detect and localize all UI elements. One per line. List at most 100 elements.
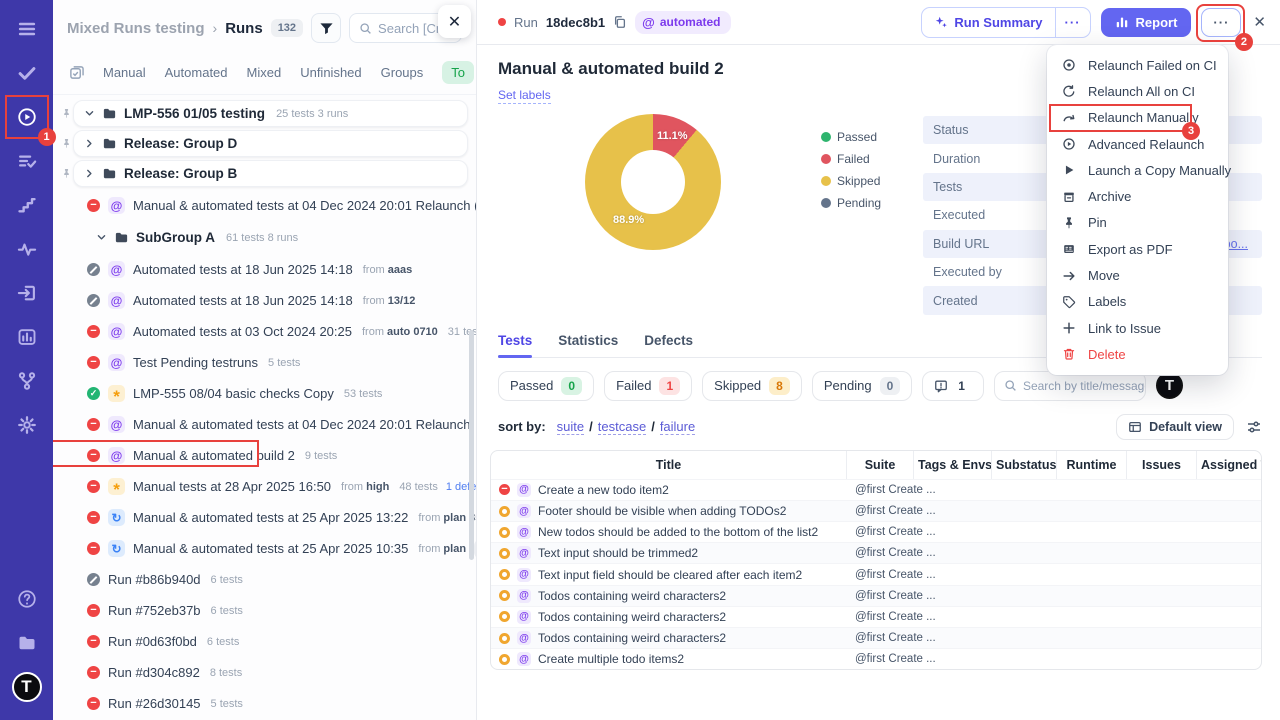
tests-search-input[interactable]: Search by title/message [994, 371, 1146, 401]
run-row[interactable]: @Test Pending testruns5 tests [53, 347, 476, 378]
run-row[interactable]: @Automated tests at 03 Oct 2024 20:25fro… [53, 316, 476, 347]
tab-tests[interactable]: Tests [498, 333, 532, 357]
table-row[interactable]: @Todos containing weird characters2@firs… [491, 606, 1261, 627]
table-row[interactable]: @New todos should be added to the bottom… [491, 521, 1261, 542]
test-suite: @first Create ... [846, 543, 1262, 563]
select-runs-icon[interactable] [69, 65, 84, 80]
rail-runs-play-circle-icon[interactable]: 1 [8, 98, 46, 136]
filter-chip-failed[interactable]: Failed1 [604, 371, 692, 401]
test-title: Todos containing weird characters2 [538, 589, 726, 603]
table-row[interactable]: @Todos containing weird characters2@firs… [491, 627, 1261, 648]
run-group-row[interactable]: Release: Group D [59, 130, 468, 157]
run-row[interactable]: *LMP-555 08/04 basic checks Copy53 tests [53, 378, 476, 409]
run-row[interactable]: @Manual & automated build 29 tests [53, 440, 476, 471]
menu-item-export-as-pdf[interactable]: Export as PDF [1047, 236, 1228, 262]
run-summary-button[interactable]: Run Summary [922, 8, 1054, 37]
menu-item-launch-a-copy-manually[interactable]: Launch a Copy Manually [1047, 157, 1228, 183]
rail-help-icon[interactable] [8, 580, 46, 618]
rail-settings-gear-icon[interactable] [8, 406, 46, 444]
menu-item-labels[interactable]: Labels [1047, 289, 1228, 315]
rail-checklist-icon[interactable] [8, 142, 46, 180]
filter-button[interactable] [311, 13, 341, 43]
default-view-selector[interactable]: Default view [1116, 414, 1234, 440]
column-header-substatus[interactable]: Substatus [991, 451, 1056, 479]
column-header-title[interactable]: Title [491, 451, 846, 479]
filter-chip-pending[interactable]: Pending0 [812, 371, 912, 401]
column-header-runtime[interactable]: Runtime [1056, 451, 1126, 479]
close-run-detail-button[interactable]: ✕ [1251, 13, 1268, 31]
menu-item-advanced-relaunch[interactable]: Advanced Relaunch [1047, 131, 1228, 157]
run-type-chip[interactable]: @automated [635, 11, 730, 34]
run-group-row[interactable]: SubGroup A61 tests 8 runs [59, 224, 468, 251]
table-row[interactable]: @Text input field should be cleared afte… [491, 563, 1261, 584]
run-summary-more-button[interactable]: ··· [1055, 8, 1090, 37]
breadcrumb-project[interactable]: Mixed Runs testing [67, 20, 205, 37]
table-row[interactable]: @Footer should be visible when adding TO… [491, 500, 1261, 521]
run-row[interactable]: Run #d304c8928 tests [53, 657, 476, 688]
menu-item-pin[interactable]: Pin [1047, 210, 1228, 236]
column-header-assigned-to[interactable]: Assigned To [1196, 451, 1261, 479]
run-row[interactable]: Run #b86b940d6 tests [53, 564, 476, 595]
runs-tab-manual[interactable]: Manual [103, 65, 146, 80]
run-actions-menu-button[interactable]: ··· 2 [1201, 8, 1241, 37]
rail-logo[interactable]: T [8, 668, 46, 706]
table-row[interactable]: @Create a new todo item2@first Create ..… [491, 479, 1261, 500]
table-row[interactable]: @Todos containing weird characters2@firs… [491, 585, 1261, 606]
run-row[interactable]: Run #752eb37b6 tests [53, 595, 476, 626]
run-row[interactable]: @Automated tests at 18 Jun 2025 14:18fro… [53, 254, 476, 285]
sort-link-suite[interactable]: suite [557, 419, 584, 435]
menu-item-relaunch-failed-on-ci[interactable]: Relaunch Failed on CI [1047, 52, 1228, 78]
column-header-suite[interactable]: Suite [846, 451, 913, 479]
menu-item-relaunch-all-on-ci[interactable]: Relaunch All on CI [1047, 78, 1228, 104]
table-row[interactable]: @Create multiple todo items2@first Creat… [491, 648, 1261, 669]
run-row[interactable]: ↻Manual & automated tests at 25 Apr 2025… [53, 533, 476, 564]
rail-analytics-icon[interactable] [8, 318, 46, 356]
menu-item-delete[interactable]: Delete [1047, 341, 1228, 367]
run-row[interactable]: @Manual & automated tests at 04 Dec 2024… [53, 409, 476, 440]
assignee-avatar[interactable]: T [1156, 372, 1183, 399]
runs-tab-unfinished[interactable]: Unfinished [300, 65, 361, 80]
tab-statistics[interactable]: Statistics [558, 333, 618, 357]
sort-link-testcase[interactable]: testcase [598, 419, 646, 435]
runs-tab-to[interactable]: To [442, 61, 474, 84]
column-settings-icon[interactable] [1246, 419, 1262, 435]
filter-chip-passed[interactable]: Passed0 [498, 371, 594, 401]
menu-item-link-to-issue[interactable]: Link to Issue [1047, 315, 1228, 341]
filter-chip-comments[interactable]: 1 [922, 371, 984, 401]
close-panel-button[interactable]: ✕ [438, 5, 471, 38]
move-icon [1061, 269, 1077, 283]
rail-projects-folder-icon[interactable] [8, 624, 46, 662]
column-header-tags-envs[interactable]: Tags & Envs [913, 451, 991, 479]
run-row[interactable]: Run #26d301455 tests [53, 688, 476, 719]
runs-tab-automated[interactable]: Automated [165, 65, 228, 80]
run-row-title: Automated tests at 18 Jun 2025 14:18 [133, 293, 353, 308]
runs-tab-mixed[interactable]: Mixed [247, 65, 282, 80]
menu-item-move[interactable]: Move [1047, 262, 1228, 288]
runs-scrollbar[interactable] [469, 100, 474, 720]
run-group-row[interactable]: Release: Group B [59, 160, 468, 187]
sort-link-failure[interactable]: failure [660, 419, 695, 435]
chevron-down-icon [84, 108, 95, 119]
rail-import-icon[interactable] [8, 274, 46, 312]
rail-pulse-icon[interactable] [8, 230, 46, 268]
menu-item-relaunch-manually[interactable]: Relaunch Manually3 [1047, 105, 1228, 131]
filter-chip-skipped[interactable]: Skipped8 [702, 371, 802, 401]
set-labels-link[interactable]: Set labels [498, 88, 551, 104]
menu-item-archive[interactable]: Archive [1047, 183, 1228, 209]
rail-branches-icon[interactable] [8, 362, 46, 400]
run-row[interactable]: ↻Manual & automated tests at 25 Apr 2025… [53, 502, 476, 533]
rail-tasks-check-icon[interactable] [8, 54, 46, 92]
run-row[interactable]: *Manual tests at 28 Apr 2025 16:50from h… [53, 471, 476, 502]
rail-steps-icon[interactable] [8, 186, 46, 224]
run-row[interactable]: Run #0d63f0bd6 tests [53, 626, 476, 657]
rail-menu-icon[interactable] [8, 10, 46, 48]
tab-defects[interactable]: Defects [644, 333, 693, 357]
column-header-issues[interactable]: Issues [1126, 451, 1196, 479]
report-button[interactable]: Report [1101, 8, 1192, 37]
table-row[interactable]: @Text input should be trimmed2@first Cre… [491, 542, 1261, 563]
copy-run-id-icon[interactable] [613, 15, 627, 29]
run-row[interactable]: @Manual & automated tests at 04 Dec 2024… [53, 190, 476, 221]
run-group-row[interactable]: LMP-556 01/05 testing25 tests 3 runs [59, 100, 468, 127]
runs-tab-groups[interactable]: Groups [381, 65, 424, 80]
run-row[interactable]: @Automated tests at 18 Jun 2025 14:18fro… [53, 285, 476, 316]
